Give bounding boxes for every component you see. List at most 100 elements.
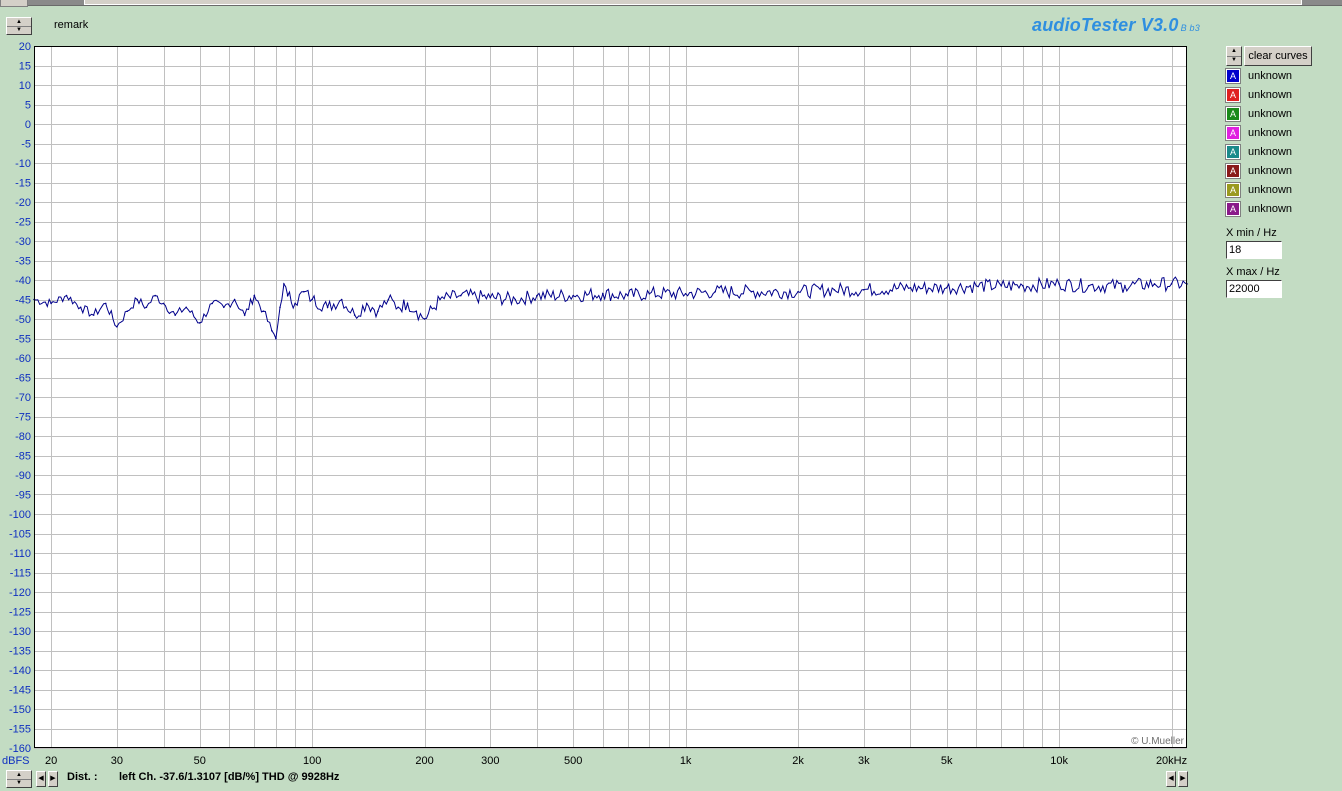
curve-color-swatch[interactable]: A [1225,182,1241,198]
data-point [154,294,156,297]
data-point [174,314,176,316]
spin-down-icon[interactable]: ▼ [1227,56,1241,65]
x-tick-label: 30 [111,755,123,767]
curve-label: unknown [1248,70,1293,82]
data-point [311,298,313,301]
y-tick-label: -15 [15,178,31,190]
data-point [415,310,418,313]
data-point [684,292,687,295]
y-tick-label: -90 [15,470,31,482]
xmax-label: X max / Hz [1226,266,1280,278]
y-tick-label: -160 [9,743,31,755]
y-tick-label: -135 [9,646,31,658]
data-point [1058,283,1060,285]
data-point [648,292,651,295]
dist-spinner[interactable]: ▲ ▼ [6,770,32,788]
data-point [627,294,629,297]
curve-color-swatch[interactable]: A [1225,68,1241,84]
data-point [145,306,148,309]
y-axis-label: dBFS [2,755,30,767]
y-tick-label: -100 [9,509,31,521]
curve-color-swatch[interactable]: A [1225,163,1241,179]
y-tick-label: -125 [9,607,31,619]
data-point [92,314,95,316]
curve-color-swatch[interactable]: A [1225,87,1241,103]
x-tick-label: 5k [941,755,953,767]
y-tick-label: -85 [15,451,31,463]
top-scroll-button[interactable] [0,0,28,7]
scroll-right-button[interactable]: ▶ [48,771,58,787]
x-tick-label: 20 [45,755,57,767]
x-tick-label: 1k [680,755,692,767]
y-tick-label: 5 [25,100,31,112]
data-point [439,298,441,301]
data-point [602,292,604,295]
data-point [185,306,187,309]
y-tick-label: -130 [9,626,31,638]
data-point [116,326,118,328]
y-tick-label: -20 [15,197,31,209]
top-scrollbar[interactable] [0,0,1342,8]
x-tick-label: 300 [481,755,499,767]
curve-label: unknown [1248,203,1293,215]
y-tick-label: -30 [15,236,31,248]
x-tick-label: 2k [792,755,804,767]
x-tick-label: 10k [1050,755,1068,767]
scroll-left-button[interactable]: ◀ [36,771,46,787]
arrow-right-icon: ▶ [1180,775,1186,782]
data-point [1170,283,1173,285]
chart-scroll-right-button[interactable]: ▶ [1178,771,1188,787]
top-scroll-track[interactable] [28,0,1342,6]
data-point [1022,285,1024,287]
curve-label: unknown [1248,108,1293,120]
frequency-response-chart: 20151050-5-10-15-20-25-30-35-40-45-50-55… [2,41,1188,767]
y-tick-label: -145 [9,685,31,697]
xmax-input[interactable]: 22000 [1226,280,1282,298]
arrow-right-icon: ▶ [50,775,56,782]
y-tick-label: -140 [9,665,31,677]
data-point [223,306,225,309]
data-point [162,302,165,305]
clear-curves-button[interactable]: clear curves [1244,46,1312,66]
spin-down-icon[interactable]: ▼ [7,779,31,787]
y-tick-label: -10 [15,158,31,170]
data-point [1087,285,1090,287]
y-tick-label: -105 [9,529,31,541]
spin-down-icon[interactable]: ▼ [7,26,31,34]
y-tick-label: -40 [15,275,31,287]
chart-scroll-left-button[interactable]: ◀ [1166,771,1176,787]
y-tick-label: -110 [10,548,31,560]
data-point [253,294,256,297]
data-point [945,287,948,289]
x-tick-label: 20kHz [1156,755,1187,767]
curve-label: unknown [1248,165,1293,177]
arrow-left-icon: ◀ [38,775,44,782]
y-tick-label: -60 [15,353,31,365]
y-tick-label: -45 [15,295,31,307]
data-point [489,296,492,299]
y-tick-label: -75 [15,412,31,424]
curve-color-swatch[interactable]: A [1225,144,1241,160]
xmin-input[interactable]: 18 [1226,241,1282,259]
copyright-label: © U.Mueller [1131,736,1185,747]
data-point [326,306,329,309]
data-point [377,310,379,313]
y-tick-label: -65 [15,373,31,385]
remark-spinner[interactable]: ▲ ▼ [6,17,32,35]
y-tick-label: 20 [19,41,31,53]
brand-name: audioTester V3.0 [1032,15,1179,35]
data-point [975,285,978,287]
data-point [365,302,368,305]
data-point [65,294,68,297]
data-point [211,302,213,305]
curve-color-swatch[interactable]: A [1225,125,1241,141]
curve-spinner[interactable]: ▲ ▼ [1226,46,1242,66]
curve-color-swatch[interactable]: A [1225,201,1241,217]
data-point [198,322,201,324]
y-tick-label: 0 [25,119,31,131]
data-point [286,294,289,297]
x-tick-label: 3k [858,755,870,767]
curve-color-swatch[interactable]: A [1225,106,1241,122]
y-tick-label: -55 [15,334,31,346]
top-scroll-thumb[interactable] [84,0,1302,5]
